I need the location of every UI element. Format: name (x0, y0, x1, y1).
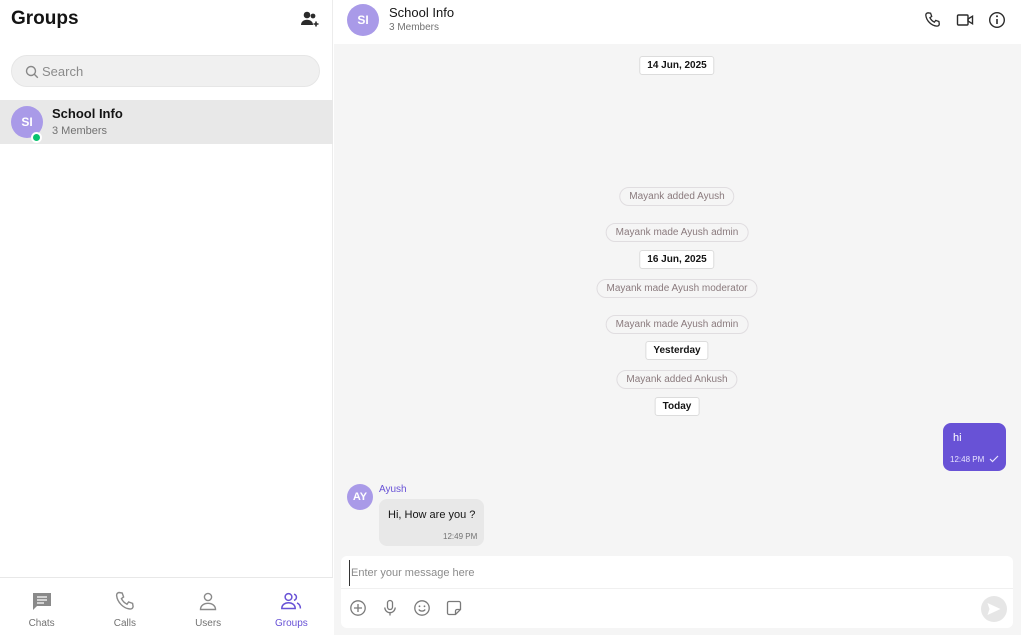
message-input[interactable] (349, 560, 999, 586)
date-separator: Yesterday (645, 341, 709, 360)
message-text: Hi, How are you ? (388, 509, 476, 521)
user-icon (199, 592, 217, 611)
nav-label: Calls (113, 618, 136, 629)
video-call-icon[interactable] (956, 11, 974, 29)
add-group-button[interactable] (300, 10, 320, 28)
system-message: Mayank made Ayush admin (605, 315, 749, 334)
send-button[interactable] (981, 596, 1007, 622)
message-text: hi (953, 432, 962, 444)
date-separator: 14 Jun, 2025 (639, 56, 715, 75)
chat-panel: SI School Info 3 Members 14 Jun, 2025 Ma… (334, 0, 1021, 635)
group-icon (281, 592, 302, 610)
sidebar: Groups SI School Info 3 Members Chats (0, 0, 333, 635)
phone-icon (115, 591, 134, 610)
date-separator: 16 Jun, 2025 (639, 250, 715, 269)
incoming-message[interactable]: Hi, How are you ? 12:49 PM (379, 499, 484, 546)
message-time: 12:49 PM (443, 532, 478, 541)
nav-chats[interactable]: Chats (0, 578, 83, 635)
sender-name: Ayush (379, 484, 407, 495)
outgoing-message[interactable]: hi 12:48 PM (943, 423, 1006, 471)
online-status-dot (31, 132, 42, 143)
chat-header: SI School Info 3 Members (334, 0, 1021, 44)
nav-label: Chats (28, 618, 55, 629)
nav-users[interactable]: Users (167, 578, 250, 635)
sidebar-title: Groups (11, 8, 79, 29)
composer-divider (341, 588, 1013, 589)
search-icon (25, 65, 39, 79)
microphone-icon[interactable] (381, 599, 399, 617)
system-message: Mayank made Ayush admin (605, 223, 749, 242)
nav-groups[interactable]: Groups (250, 578, 333, 635)
phone-icon[interactable] (924, 11, 942, 29)
conversation-subtitle: 3 Members (52, 125, 108, 137)
add-attachment-icon[interactable] (349, 599, 367, 617)
chat-icon (32, 593, 51, 610)
message-composer (341, 556, 1013, 628)
system-message: Mayank added Ankush (616, 370, 738, 389)
nav-label: Users (195, 618, 222, 629)
conversation-item-school-info[interactable]: SI School Info 3 Members (0, 100, 333, 144)
chat-title[interactable]: School Info (389, 5, 454, 20)
date-separator: Today (654, 397, 700, 416)
message-time: 12:48 PM (950, 455, 985, 464)
sent-check-icon (989, 455, 999, 463)
search-input[interactable] (42, 56, 312, 86)
user-add-icon (301, 11, 319, 27)
group-avatar[interactable]: SI (347, 4, 379, 36)
chat-subtitle: 3 Members (389, 22, 440, 33)
emoji-icon[interactable] (413, 599, 431, 617)
send-icon (987, 603, 1001, 615)
sticker-icon[interactable] (445, 599, 463, 617)
nav-calls[interactable]: Calls (83, 578, 166, 635)
bottom-nav: Chats Calls Users Groups (0, 577, 333, 635)
search-box (11, 55, 320, 87)
sender-avatar[interactable]: AY (347, 484, 373, 510)
conversation-name: School Info (52, 106, 123, 121)
message-list[interactable]: 14 Jun, 2025 Mayank added Ayush Mayank m… (334, 44, 1021, 554)
info-icon[interactable] (988, 11, 1006, 29)
system-message: Mayank made Ayush moderator (596, 279, 758, 298)
nav-label: Groups (274, 618, 308, 629)
system-message: Mayank added Ayush (619, 187, 735, 206)
